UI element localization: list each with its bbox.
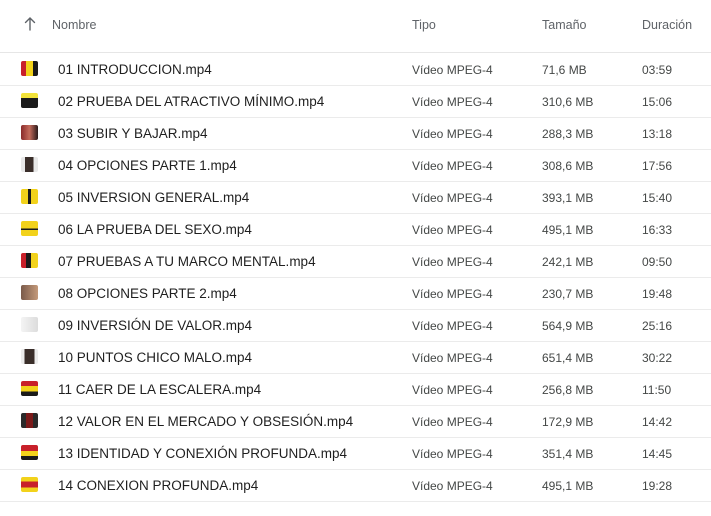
file-size: 393,1 MB [542, 191, 594, 205]
file-name: 06 LA PRUEBA DEL SEXO.mp4 [58, 222, 252, 237]
file-name: 12 VALOR EN EL MERCADO Y OBSESIÓN.mp4 [58, 414, 354, 429]
table-row[interactable]: 12 VALOR EN EL MERCADO Y OBSESIÓN.mp4 Víd… [0, 405, 711, 438]
file-duration: 14:45 [642, 447, 673, 461]
arrow-up-icon[interactable] [22, 14, 38, 34]
file-type: Vídeo MPEG-4 [412, 159, 493, 173]
table-row[interactable]: 04 OPCIONES PARTE 1.mp4 Vídeo MPEG-4 308,6… [0, 149, 711, 182]
file-size: 564,9 MB [542, 319, 594, 333]
video-thumbnail-icon [21, 93, 38, 108]
file-duration: 19:28 [642, 479, 673, 493]
table-row[interactable]: 05 INVERSION GENERAL.mp4 Vídeo MPEG-4 393,… [0, 181, 711, 214]
file-type: Vídeo MPEG-4 [412, 351, 493, 365]
file-duration: 09:50 [642, 255, 673, 269]
file-duration: 13:18 [642, 127, 673, 141]
video-thumbnail-icon [21, 477, 38, 492]
file-name: 03 SUBIR Y BAJAR.mp4 [58, 126, 208, 141]
file-name: 01 INTRODUCCION.mp4 [58, 62, 212, 77]
file-size: 71,6 MB [542, 63, 587, 77]
file-size: 288,3 MB [542, 127, 594, 141]
file-duration: 03:59 [642, 63, 673, 77]
video-thumbnail-icon [21, 349, 38, 364]
video-thumbnail-icon [21, 445, 38, 460]
file-size: 256,8 MB [542, 383, 594, 397]
file-duration: 15:40 [642, 191, 673, 205]
column-header-type[interactable]: Tipo [412, 18, 436, 32]
file-type: Vídeo MPEG-4 [412, 319, 493, 333]
file-type: Vídeo MPEG-4 [412, 95, 493, 109]
file-type: Vídeo MPEG-4 [412, 287, 493, 301]
file-type: Vídeo MPEG-4 [412, 63, 493, 77]
file-type: Vídeo MPEG-4 [412, 479, 493, 493]
column-header-name[interactable]: Nombre [52, 18, 96, 32]
video-thumbnail-icon [21, 125, 38, 140]
file-name: 04 OPCIONES PARTE 1.mp4 [58, 158, 237, 173]
file-duration: 14:42 [642, 415, 673, 429]
file-type: Vídeo MPEG-4 [412, 127, 493, 141]
file-size: 308,6 MB [542, 159, 594, 173]
file-name: 07 PRUEBAS A TU MARCO MENTAL.mp4 [58, 254, 316, 269]
file-type: Vídeo MPEG-4 [412, 415, 493, 429]
table-row[interactable]: 07 PRUEBAS A TU MARCO MENTAL.mp4 Vídeo MP… [0, 245, 711, 278]
video-thumbnail-icon [21, 317, 38, 332]
file-duration: 17:56 [642, 159, 673, 173]
file-type: Vídeo MPEG-4 [412, 447, 493, 461]
table-row[interactable]: 13 IDENTIDAD Y CONEXIÓN PROFUNDA.mp4 Víde… [0, 437, 711, 470]
file-name: 09 INVERSIÓN DE VALOR.mp4 [58, 318, 253, 333]
file-name: 11 CAER DE LA ESCALERA.mp4 [58, 382, 262, 397]
file-duration: 16:33 [642, 223, 673, 237]
file-size: 651,4 MB [542, 351, 594, 365]
file-size: 495,1 MB [542, 223, 594, 237]
table-row[interactable]: 03 SUBIR Y BAJAR.mp4 Vídeo MPEG-4 288,3 MB… [0, 117, 711, 150]
video-thumbnail-icon [21, 413, 38, 428]
file-size: 495,1 MB [542, 479, 594, 493]
table-row[interactable]: 14 CONEXION PROFUNDA.mp4 Vídeo MPEG-4 495,… [0, 469, 711, 502]
file-type: Vídeo MPEG-4 [412, 383, 493, 397]
table-row[interactable]: 01 INTRODUCCION.mp4 Vídeo MPEG-4 71,6 MB 03… [0, 53, 711, 86]
file-name: 02 PRUEBA DEL ATRACTIVO MÍNIMO.mp4 [58, 94, 325, 109]
table-row[interactable]: 02 PRUEBA DEL ATRACTIVO MÍNIMO.mp4 Vídeo … [0, 85, 711, 118]
video-thumbnail-icon [21, 157, 38, 172]
video-thumbnail-icon [21, 221, 38, 236]
file-size: 310,6 MB [542, 95, 594, 109]
file-duration: 15:06 [642, 95, 673, 109]
file-size: 172,9 MB [542, 415, 594, 429]
video-thumbnail-icon [21, 381, 38, 396]
table-row[interactable]: 08 OPCIONES PARTE 2.mp4 Vídeo MPEG-4 230,7… [0, 277, 711, 310]
file-name: 14 CONEXION PROFUNDA.mp4 [58, 478, 259, 493]
file-type: Vídeo MPEG-4 [412, 191, 493, 205]
file-name: 10 PUNTOS CHICO MALO.mp4 [58, 350, 253, 365]
file-name: 08 OPCIONES PARTE 2.mp4 [58, 286, 237, 301]
video-thumbnail-icon [21, 61, 38, 76]
video-thumbnail-icon [21, 253, 38, 268]
file-duration: 19:48 [642, 287, 673, 301]
file-duration: 11:50 [642, 383, 672, 397]
table-row[interactable]: 11 CAER DE LA ESCALERA.mp4 Vídeo MPEG-4 25… [0, 373, 711, 406]
video-thumbnail-icon [21, 189, 38, 204]
video-thumbnail-icon [21, 285, 38, 300]
file-name: 05 INVERSION GENERAL.mp4 [58, 190, 250, 205]
file-name: 13 IDENTIDAD Y CONEXIÓN PROFUNDA.mp4 [58, 446, 348, 461]
file-duration: 30:22 [642, 351, 673, 365]
column-header-duration[interactable]: Duración [642, 18, 692, 32]
file-size: 242,1 MB [542, 255, 594, 269]
table-row[interactable]: 06 LA PRUEBA DEL SEXO.mp4 Vídeo MPEG-4 495… [0, 213, 711, 246]
file-type: Vídeo MPEG-4 [412, 223, 493, 237]
table-row[interactable]: 09 INVERSIÓN DE VALOR.mp4 Vídeo MPEG-4 564… [0, 309, 711, 342]
table-header: Nombre Tipo Tamaño Duración [0, 0, 711, 53]
file-size: 230,7 MB [542, 287, 594, 301]
table-row[interactable]: 10 PUNTOS CHICO MALO.mp4 Vídeo MPEG-4 651,… [0, 341, 711, 374]
file-duration: 25:16 [642, 319, 673, 333]
column-header-size[interactable]: Tamaño [542, 18, 586, 32]
file-size: 351,4 MB [542, 447, 594, 461]
file-type: Vídeo MPEG-4 [412, 255, 493, 269]
